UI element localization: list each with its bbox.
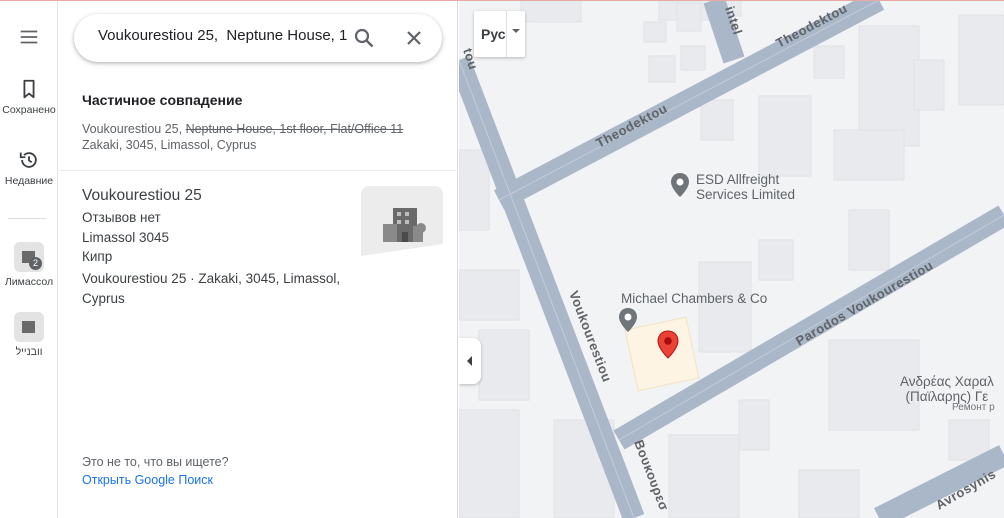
building — [648, 55, 676, 83]
close-icon — [407, 31, 421, 45]
recent-place-2[interactable]: וובנייל — [0, 312, 57, 358]
building — [459, 269, 520, 321]
not-what-looking-for: Это не то, что вы ищете? — [82, 455, 229, 469]
place-thumbnail: 2 — [14, 242, 44, 272]
saved-label: Сохранено — [2, 104, 56, 116]
recent-label: Недавние — [4, 175, 54, 187]
building-icon — [22, 321, 35, 333]
building — [520, 0, 582, 23]
building — [676, 2, 702, 32]
result-country: Кипр — [82, 249, 113, 264]
building — [459, 149, 490, 231]
building — [700, 99, 734, 141]
poi-esd-line2: Services Limited — [696, 187, 796, 202]
hamburger-menu-icon — [20, 30, 38, 44]
poi-michael-chambers[interactable]: Michael Chambers & Co — [621, 291, 767, 306]
building — [738, 399, 770, 451]
collapse-panel-button[interactable] — [459, 338, 481, 384]
left-rail: Сохранено Недавние 2 Лимассол וובנייל — [0, 0, 58, 518]
count-badge: 2 — [29, 257, 42, 270]
open-google-search-link[interactable]: Открыть Google Поиск — [82, 473, 213, 487]
bookmark-icon — [23, 79, 35, 99]
map-layer-button[interactable]: Рус — [474, 11, 525, 57]
building — [798, 469, 860, 518]
poi-pin-icon[interactable] — [617, 307, 639, 333]
layer-label: Рус — [481, 26, 506, 42]
dropdown-caret-icon[interactable] — [510, 25, 522, 37]
poi-andreas-category: Ремонт р — [952, 402, 995, 413]
partial-match-address: Voukourestiou 25, Neptune House, 1st flo… — [82, 121, 442, 153]
search-icon — [354, 28, 374, 48]
menu-button[interactable] — [0, 26, 57, 53]
layer-separator — [506, 11, 507, 57]
results-panel: Частичное совпадение Voukourestiou 25, N… — [59, 0, 458, 518]
poi-esd-allfreight[interactable]: ESD Allfreight Services Limited — [696, 172, 795, 202]
building — [758, 95, 812, 177]
place2-label: וובנייל — [15, 346, 43, 358]
search-button[interactable] — [352, 26, 376, 50]
result-name[interactable]: Voukourestiou 25 — [82, 187, 202, 205]
window-top-edge — [0, 0, 1004, 1]
poi-esd-line1: ESD Allfreight — [696, 172, 780, 187]
result-city: Limassol 3045 — [82, 230, 170, 245]
address-unmatched: Neptune House, 1st floor, Flat/Office 11 — [185, 122, 404, 136]
recent-button[interactable]: Недавние — [0, 149, 57, 187]
result-thumbnail[interactable] — [361, 186, 443, 268]
history-icon — [19, 152, 37, 168]
place1-label: Лимассол — [4, 276, 54, 288]
poi-andreas[interactable]: Ανδρέας Χαραλ (Παϊλαρης) Γε — [900, 374, 994, 404]
clear-search-button[interactable] — [402, 26, 426, 50]
poi-andreas-line1: Ανδρέας Χαραλ — [900, 374, 994, 389]
rail-divider — [8, 218, 46, 219]
building — [813, 45, 845, 79]
map-canvas[interactable]: Theodektou Theodektou Voukourestiou Paro… — [459, 0, 1004, 518]
address-matched: Voukourestiou 25, — [82, 122, 183, 136]
place-thumbnail — [14, 312, 44, 342]
search-box — [74, 14, 442, 62]
building — [478, 329, 530, 401]
search-input[interactable] — [98, 27, 348, 44]
building — [459, 409, 520, 518]
building-placeholder-icon — [361, 208, 443, 268]
address-rest: Zakaki, 3045, Limassol, Cyprus — [82, 138, 257, 152]
selected-location-pin-icon[interactable] — [655, 330, 681, 360]
recent-place-limassol[interactable]: 2 Лимассол — [0, 242, 57, 288]
building — [698, 261, 752, 353]
building — [680, 45, 706, 71]
saved-button[interactable]: Сохранено — [0, 78, 57, 116]
building — [668, 434, 740, 518]
building — [643, 21, 667, 43]
building — [958, 14, 1004, 106]
chevron-left-icon — [467, 356, 472, 366]
result-reviews: Отзывов нет — [82, 210, 161, 225]
building — [858, 25, 920, 147]
section-divider — [59, 170, 458, 171]
result-full-address: Voukourestiou 25 · Zakaki, 3045, Limasso… — [82, 271, 341, 306]
poi-pin-icon[interactable] — [669, 172, 691, 198]
building — [758, 239, 794, 281]
building — [848, 209, 890, 271]
building — [833, 129, 905, 181]
map-base: Theodektou Theodektou Voukourestiou Paro… — [459, 0, 1004, 518]
partial-match-title: Частичное совпадение — [82, 92, 243, 108]
building — [913, 59, 945, 111]
